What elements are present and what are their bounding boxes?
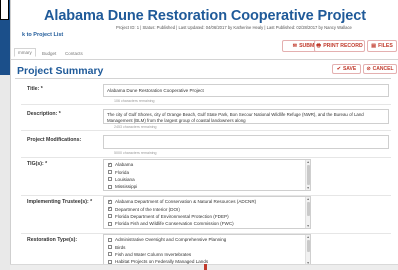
- checkbox[interactable]: [108, 252, 112, 257]
- print-label: PRINT RECORD: [323, 43, 363, 49]
- scroll-thumb[interactable]: [307, 240, 310, 252]
- description-field[interactable]: The city of Gulf Shores, city of Orange …: [103, 109, 389, 124]
- print-icon: 🖶: [316, 42, 322, 49]
- save-button[interactable]: ✔ SAVE: [332, 64, 361, 74]
- scroll-thumb[interactable]: [307, 202, 310, 216]
- list-item[interactable]: Administrative Oversight and Comprehensi…: [104, 236, 310, 243]
- files-label: FILES: [378, 43, 393, 49]
- trustee-label: Implementing Trustee(s): *: [27, 199, 93, 205]
- scroll-thumb[interactable]: [307, 165, 310, 185]
- scroll-up-icon[interactable]: ▲: [307, 235, 310, 239]
- scroll-down-icon[interactable]: ▼: [307, 224, 310, 228]
- title-field[interactable]: Alabama Dune Restoration Cooperative Pro…: [103, 84, 389, 97]
- section-divider: [15, 78, 391, 79]
- checkbox[interactable]: [108, 177, 112, 182]
- modifications-hint: 5000 characters remaining: [114, 151, 157, 155]
- row-divider: [21, 104, 391, 105]
- tab-budget[interactable]: Budget: [38, 49, 60, 58]
- list-item[interactable]: ✓ Alabama: [104, 161, 310, 168]
- scroll-up-icon[interactable]: ▲: [307, 160, 310, 164]
- row-divider: [21, 130, 391, 131]
- checkbox[interactable]: [108, 170, 112, 175]
- list-item[interactable]: Mississippi: [104, 183, 310, 190]
- trustee-listbox[interactable]: ✓ Alabama Department of Conservation & Na…: [103, 196, 311, 229]
- title-label: Title: *: [27, 86, 43, 92]
- list-item[interactable]: Louisiana: [104, 176, 310, 183]
- checkbox[interactable]: [108, 214, 112, 219]
- checkbox[interactable]: [108, 245, 112, 250]
- modifications-label: Project Modifications:: [27, 137, 82, 143]
- page-title: Alabama Dune Restoration Cooperative Pro…: [44, 8, 366, 24]
- scroll-down-icon[interactable]: ▼: [307, 186, 310, 190]
- title-hint: 106 characters remaining: [114, 99, 155, 103]
- cancel-button[interactable]: ⊘ CANCEL: [363, 64, 397, 74]
- restoration-label: Restoration Type(s):: [27, 237, 78, 243]
- back-to-list-link[interactable]: k to Project List: [22, 32, 63, 38]
- list-item[interactable]: Florida Fish and Wildlife Conservation C…: [104, 220, 310, 227]
- section-title: Project Summary: [17, 65, 104, 77]
- scrollbar[interactable]: ▲ ▼: [305, 235, 310, 265]
- folder-icon: ▤: [371, 43, 377, 49]
- checkbox[interactable]: ✓: [108, 162, 112, 167]
- checkbox[interactable]: ✓: [108, 206, 112, 212]
- tab-summary[interactable]: mmary: [14, 48, 36, 57]
- restoration-listbox[interactable]: Administrative Oversight and Comprehensi…: [103, 234, 311, 266]
- save-label: SAVE: [342, 66, 357, 72]
- list-item[interactable]: Florida Department of Environmental Prot…: [104, 213, 310, 220]
- app-frame: Alabama Dune Restoration Cooperative Pro…: [0, 0, 398, 270]
- list-item[interactable]: Birds: [104, 243, 310, 250]
- description-label: Description: *: [27, 111, 61, 117]
- scrollbar[interactable]: ▲ ▼: [305, 197, 310, 228]
- tig-listbox[interactable]: ✓ Alabama Florida Louisiana Mississippi ▲…: [103, 159, 311, 191]
- checkbox[interactable]: [108, 221, 112, 226]
- modifications-field[interactable]: [103, 135, 389, 149]
- row-divider: [21, 157, 391, 158]
- list-item[interactable]: ✓ Alabama Department of Conservation & Na…: [104, 198, 310, 205]
- scroll-position-marker: [204, 264, 207, 270]
- checkbox[interactable]: [108, 184, 112, 189]
- cancel-label: CANCEL: [372, 66, 394, 72]
- window-corner: [0, 0, 9, 20]
- description-hint: 2453 characters remaining: [114, 125, 157, 129]
- project-meta: Project ID: 1 | Status: Published | Last…: [116, 25, 352, 30]
- list-item[interactable]: ✓ Department of the Interior (DOI): [104, 205, 310, 212]
- check-icon: ✔: [336, 66, 341, 72]
- print-record-button[interactable]: 🖶 PRINT RECORD: [314, 40, 365, 52]
- checkbox[interactable]: ✓: [108, 199, 112, 204]
- tab-contacts[interactable]: Contacts: [61, 49, 87, 58]
- tig-label: TIG(s): *: [27, 161, 48, 167]
- scrollbar[interactable]: ▲ ▼: [305, 160, 310, 190]
- list-item[interactable]: Fish and Water Column Invertebrates: [104, 251, 310, 258]
- list-item[interactable]: Florida: [104, 168, 310, 175]
- cancel-icon: ⊘: [366, 66, 371, 72]
- checkbox[interactable]: [108, 237, 112, 242]
- files-button[interactable]: ▤ FILES: [367, 40, 397, 52]
- scroll-up-icon[interactable]: ▲: [307, 197, 310, 201]
